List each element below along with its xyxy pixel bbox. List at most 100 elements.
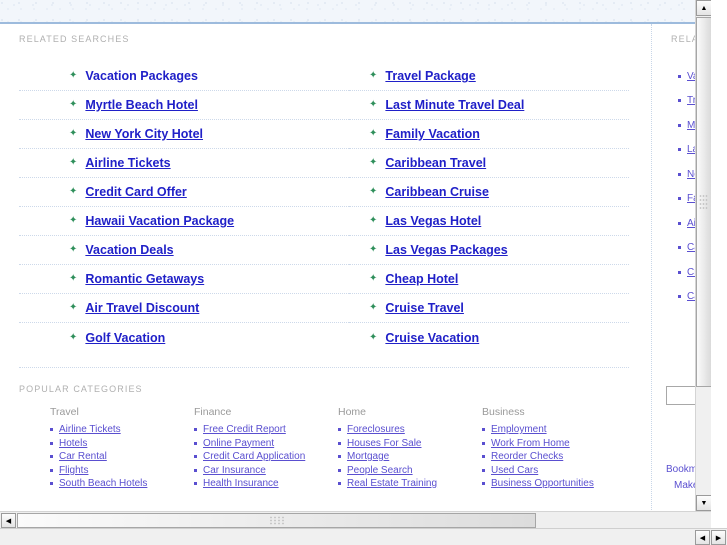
related-search-link[interactable]: Airline Tickets (85, 156, 170, 170)
category-link[interactable]: Work From Home (491, 438, 570, 449)
category-link[interactable]: Hotels (59, 438, 87, 449)
category-link[interactable]: Online Payment (203, 438, 274, 449)
scroll-down-button[interactable]: ▼ (696, 495, 711, 511)
related-search-link[interactable]: Romantic Getaways (85, 272, 204, 286)
horizontal-scrollbar[interactable]: ◀ (0, 511, 711, 528)
related-search-item[interactable]: ✦ Caribbean Travel (349, 149, 629, 178)
vertical-scrollbar[interactable]: ▲ ▼ ▼ (695, 0, 711, 528)
related-search-link[interactable]: Last Minute Travel Deal (385, 98, 524, 112)
category-link[interactable]: Reorder Checks (491, 451, 563, 462)
related-search-link[interactable]: Vacation Packages (85, 69, 198, 83)
related-search-link[interactable]: Golf Vacation (85, 331, 165, 345)
arrow-bullet-icon: ✦ (69, 273, 78, 284)
list-item[interactable]: Car Rental (50, 451, 194, 462)
related-search-item[interactable]: ✦ Caribbean Cruise (349, 178, 629, 207)
related-search-link[interactable]: New York City Hotel (85, 127, 203, 141)
related-search-item[interactable]: ✦ Travel Package (349, 62, 629, 91)
related-search-item[interactable]: ✦ Vacation Packages (19, 62, 349, 91)
category-link[interactable]: Employment (491, 424, 547, 435)
related-search-link[interactable]: Credit Card Offer (85, 185, 186, 199)
scroll-up-button[interactable]: ▲ (696, 0, 711, 16)
category-link[interactable]: People Search (347, 465, 413, 476)
related-search-item[interactable]: ✦ Cheap Hotel (349, 265, 629, 294)
vertical-scroll-thumb[interactable] (696, 17, 711, 387)
related-search-link[interactable]: Caribbean Travel (385, 156, 486, 170)
related-search-link[interactable]: Family Vacation (385, 127, 479, 141)
list-item[interactable]: Foreclosures (338, 424, 482, 435)
square-bullet-icon (50, 428, 53, 431)
related-search-item[interactable]: ✦ Myrtle Beach Hotel (19, 91, 349, 120)
category-link[interactable]: Business Opportunities (491, 478, 594, 489)
list-item[interactable]: Health Insurance (194, 478, 338, 489)
category-link[interactable]: Mortgage (347, 451, 389, 462)
outer-scroll-left-button[interactable]: ◀ (695, 530, 710, 545)
list-item[interactable]: Employment (482, 424, 632, 435)
related-search-link[interactable]: Hawaii Vacation Package (85, 214, 234, 228)
list-item[interactable]: Business Opportunities (482, 478, 632, 489)
square-bullet-icon (482, 468, 485, 472)
category-link[interactable]: Foreclosures (347, 424, 405, 435)
related-search-link[interactable]: Cruise Travel (385, 301, 464, 315)
related-search-item[interactable]: ✦ Air Travel Discount (19, 294, 349, 323)
list-item[interactable]: Reorder Checks (482, 451, 632, 462)
related-search-item[interactable]: ✦ Golf Vacation (19, 323, 349, 352)
category-link[interactable]: Airline Tickets (59, 424, 121, 435)
related-search-item[interactable]: ✦ Cruise Travel (349, 294, 629, 323)
square-bullet-icon (678, 148, 681, 152)
category-link[interactable]: Houses For Sale (347, 438, 421, 449)
related-search-link[interactable]: Cheap Hotel (385, 272, 458, 286)
related-search-item[interactable]: ✦ Cruise Vacation (349, 323, 629, 352)
category-link[interactable]: Car Insurance (203, 465, 266, 476)
list-item[interactable]: Mortgage (338, 451, 482, 462)
related-search-link[interactable]: Myrtle Beach Hotel (85, 98, 198, 112)
category-link[interactable]: Health Insurance (203, 478, 279, 489)
arrow-bullet-icon: ✦ (369, 128, 378, 139)
related-search-item[interactable]: ✦ Vacation Deals (19, 236, 349, 265)
related-search-item[interactable]: ✦ Last Minute Travel Deal (349, 91, 629, 120)
category-link[interactable]: Credit Card Application (203, 451, 305, 462)
related-search-link[interactable]: Las Vegas Packages (385, 243, 507, 257)
related-search-link[interactable]: Vacation Deals (85, 243, 173, 257)
square-bullet-icon (482, 455, 485, 458)
category-link[interactable]: Car Rental (59, 451, 107, 462)
square-bullet-icon (50, 468, 53, 472)
scroll-left-button[interactable]: ◀ (1, 513, 16, 528)
list-item[interactable]: Real Estate Training (338, 478, 482, 489)
list-item[interactable]: People Search (338, 465, 482, 476)
related-search-link[interactable]: Cruise Vacation (385, 331, 479, 345)
related-search-item[interactable]: ✦ Romantic Getaways (19, 265, 349, 294)
related-search-item[interactable]: ✦ Family Vacation (349, 120, 629, 149)
related-search-link[interactable]: Travel Package (385, 69, 475, 83)
list-item[interactable]: Airline Tickets (50, 424, 194, 435)
category-link[interactable]: Used Cars (491, 465, 538, 476)
list-item[interactable]: Hotels (50, 438, 194, 449)
category-link-list: Foreclosures Houses For Sale Mortgage Peopl… (338, 424, 482, 489)
related-search-link[interactable]: Caribbean Cruise (385, 185, 489, 199)
category-link[interactable]: Real Estate Training (347, 478, 437, 489)
category-link[interactable]: Free Credit Report (203, 424, 286, 435)
list-item[interactable]: Car Insurance (194, 465, 338, 476)
list-item[interactable]: Used Cars (482, 465, 632, 476)
category-link[interactable]: Flights (59, 465, 88, 476)
square-bullet-icon (678, 197, 681, 201)
outer-scroll-right-button[interactable]: ▶ (711, 530, 726, 545)
horizontal-scroll-thumb[interactable] (17, 513, 536, 528)
related-search-item[interactable]: ✦ New York City Hotel (19, 120, 349, 149)
related-searches-heading: RELATED SEARCHES (19, 34, 130, 44)
list-item[interactable]: Online Payment (194, 438, 338, 449)
list-item[interactable]: Credit Card Application (194, 451, 338, 462)
related-search-link[interactable]: Air Travel Discount (85, 301, 199, 315)
list-item[interactable]: Free Credit Report (194, 424, 338, 435)
related-search-link[interactable]: Las Vegas Hotel (385, 214, 481, 228)
related-search-item[interactable]: ✦ Airline Tickets (19, 149, 349, 178)
list-item[interactable]: South Beach Hotels (50, 478, 194, 489)
related-searches-grid: ✦ Vacation Packages ✦ Travel Package ✦ Myrtle… (19, 62, 629, 352)
related-search-item[interactable]: ✦ Credit Card Offer (19, 178, 349, 207)
category-link[interactable]: South Beach Hotels (59, 478, 147, 489)
list-item[interactable]: Work From Home (482, 438, 632, 449)
list-item[interactable]: Houses For Sale (338, 438, 482, 449)
related-search-item[interactable]: ✦ Las Vegas Hotel (349, 207, 629, 236)
related-search-item[interactable]: ✦ Hawaii Vacation Package (19, 207, 349, 236)
list-item[interactable]: Flights (50, 465, 194, 476)
related-search-item[interactable]: ✦ Las Vegas Packages (349, 236, 629, 265)
